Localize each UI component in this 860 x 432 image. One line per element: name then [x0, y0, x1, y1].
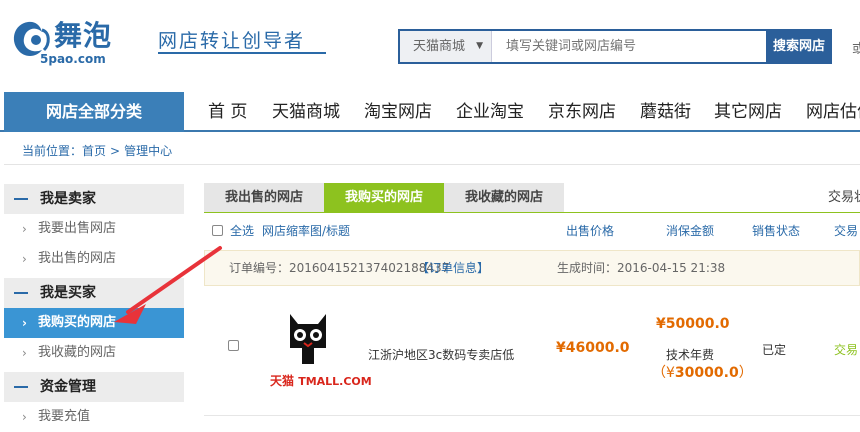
sidebar-section-funds: 资金管理: [4, 372, 184, 402]
sidebar-item-purchased-shops[interactable]: › 我购买的网店: [4, 308, 184, 338]
row-checkbox[interactable]: [228, 340, 239, 351]
search-button[interactable]: 搜索网店: [766, 29, 832, 64]
shop-title-link[interactable]: 江浙沪地区3c数码专卖店低: [368, 346, 514, 363]
search-bar: 天猫商城 ▼ 搜索网店: [398, 29, 832, 64]
sidebar-section-seller: 我是卖家: [4, 184, 184, 214]
annual-fee-value: 30000.0: [674, 365, 739, 381]
order-number-label: 订单编号：: [229, 261, 290, 275]
tab-sold-shops[interactable]: 我出售的网店: [204, 183, 324, 213]
sidebar-item-label: 我出售的网店: [38, 251, 117, 266]
annual-fee-label: 技术年费: [666, 348, 715, 362]
trade-action-link[interactable]: 交易: [834, 341, 858, 358]
sidebar-section-title: 我是卖家: [40, 191, 96, 207]
breadcrumb-separator: >: [110, 144, 121, 158]
tab-favorite-shops[interactable]: 我收藏的网店: [444, 183, 564, 213]
minus-icon: [14, 386, 28, 388]
slogan-underline: [158, 52, 326, 54]
column-header-thumbnail-title: 网店缩率图/标题: [262, 224, 351, 238]
site-slogan: 网店转让创导者: [158, 30, 306, 52]
chevron-right-icon: ›: [22, 222, 27, 236]
all-categories-button[interactable]: 网店全部分类: [4, 92, 184, 132]
order-time: 2016-04-15 21:38: [617, 261, 726, 275]
sidebar-item-label: 我购买的网店: [38, 315, 117, 330]
minus-icon: [14, 198, 28, 200]
chevron-right-icon: ›: [22, 252, 27, 266]
nav-item-valuation[interactable]: 网店估价: [806, 92, 860, 132]
main-nav: 网店全部分类 首 页 天猫商城 淘宝网店 企业淘宝 京东网店 蘑菇街 其它网店 …: [0, 92, 860, 132]
tab-purchased-shops[interactable]: 我购买的网店: [324, 183, 444, 213]
sale-price: ¥46000.0: [556, 340, 630, 356]
minus-icon: [14, 292, 28, 294]
search-category-select[interactable]: 天猫商城 ▼: [400, 31, 492, 62]
tmall-logo-en: TMALL.COM: [298, 375, 372, 388]
site-logo[interactable]: 舞泡 5pao.com: [6, 10, 146, 68]
annual-fee-suffix: ）: [738, 365, 753, 381]
nav-item-other[interactable]: 其它网店: [714, 92, 782, 132]
tabs: 我出售的网店 我购买的网店 我收藏的网店: [204, 183, 860, 213]
breadcrumb-manage-center[interactable]: 管理中心: [124, 144, 172, 158]
sidebar-item-favorite-shops[interactable]: › 我收藏的网店: [4, 338, 184, 368]
tmall-cat-icon: [290, 314, 326, 364]
table-row: 天猫 TMALL.COM 江浙沪地区3c数码专卖店低 ¥46000.0 ¥500…: [204, 288, 860, 416]
nav-item-taobao[interactable]: 淘宝网店: [364, 92, 432, 132]
breadcrumb-divider: [4, 164, 860, 165]
search-category-label: 天猫商城: [413, 39, 466, 54]
order-time-label: 生成时间：: [557, 261, 618, 275]
sidebar-section-title: 我是买家: [40, 285, 96, 301]
nav-item-jd[interactable]: 京东网店: [548, 92, 616, 132]
sidebar-item-label: 我要出售网店: [38, 221, 117, 236]
header-extra-text: 或: [852, 42, 860, 57]
table-header: 全选 网店缩率图/标题 出售价格 消保金额 销售状态 交易: [204, 216, 860, 246]
chevron-down-icon: ▼: [476, 41, 483, 51]
chevron-right-icon: ›: [22, 346, 27, 360]
annual-fee: （¥30000.0）: [652, 362, 753, 382]
tabs-underline: [204, 212, 860, 213]
chevron-right-icon: ›: [22, 316, 27, 330]
sidebar-section-buyer: 我是买家: [4, 278, 184, 308]
column-header-status: 销售状态: [752, 224, 801, 238]
logo-text: 舞泡: [54, 19, 113, 52]
nav-item-home[interactable]: 首 页: [208, 92, 247, 132]
sidebar-item-sold-shops[interactable]: › 我出售的网店: [4, 244, 184, 274]
order-info-link[interactable]: 【订单信息】: [417, 251, 489, 285]
tmall-logo-cn: 天猫: [270, 374, 295, 388]
sidebar-item-label: 我收藏的网店: [38, 345, 117, 360]
column-header-trade: 交易: [834, 224, 859, 238]
trade-status-filter[interactable]: 交易状: [828, 183, 860, 213]
chevron-right-icon: ›: [22, 410, 27, 424]
sidebar-item-sell-shop[interactable]: › 我要出售网店: [4, 214, 184, 244]
sidebar-section-title: 资金管理: [40, 379, 96, 395]
sidebar-item-recharge[interactable]: › 我要充值: [4, 402, 184, 432]
column-header-price: 出售价格: [566, 224, 615, 238]
deposit-amount: ¥50000.0: [656, 316, 730, 332]
breadcrumb-home[interactable]: 首页: [82, 144, 106, 158]
breadcrumb: 当前位置：首页 > 管理中心: [22, 142, 172, 159]
nav-item-mogujie[interactable]: 蘑菇街: [640, 92, 691, 132]
select-all-checkbox[interactable]: [212, 225, 223, 236]
breadcrumb-prefix: 当前位置：: [22, 144, 83, 158]
nav-item-enterprise-taobao[interactable]: 企业淘宝: [456, 92, 524, 132]
search-input[interactable]: [506, 31, 756, 62]
sidebar-item-label: 我要充值: [38, 409, 91, 424]
column-header-deposit: 消保金额: [666, 224, 715, 238]
logo-url: 5pao.com: [40, 52, 106, 66]
nav-item-tmall[interactable]: 天猫商城: [272, 92, 340, 132]
order-info-row: 订单编号： 201604152137402188437 【订单信息】 生成时间：…: [204, 250, 860, 286]
shop-thumbnail[interactable]: 天猫 TMALL.COM: [268, 308, 372, 388]
annual-fee-prefix: （¥: [652, 365, 675, 381]
sale-status: 已定: [762, 343, 787, 357]
select-all-label[interactable]: 全选: [230, 216, 254, 246]
